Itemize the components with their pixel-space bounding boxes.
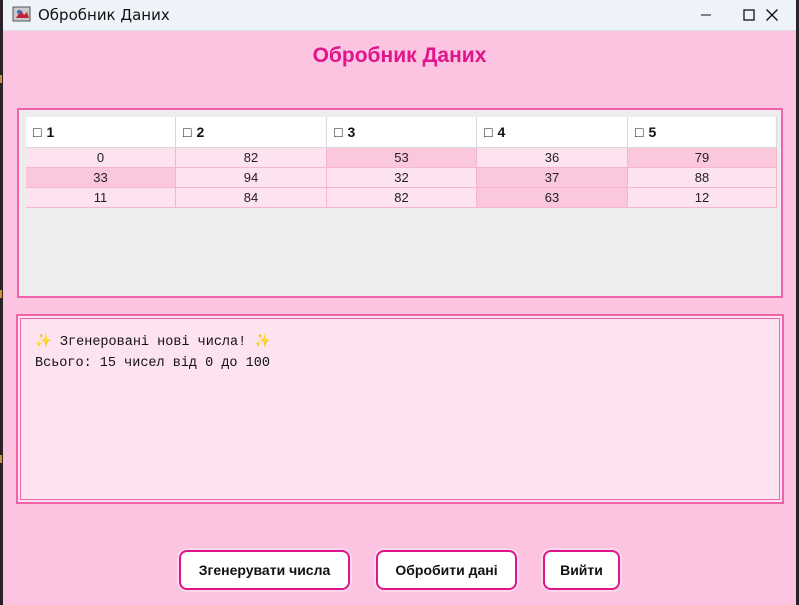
minimize-icon (701, 14, 711, 16)
column-square-icon: □ (334, 123, 343, 140)
window-title: Обробник Даних (38, 6, 170, 24)
table-cell[interactable]: 82 (327, 188, 477, 208)
table-cell[interactable]: 53 (327, 148, 477, 168)
close-icon (766, 9, 778, 21)
table-cell[interactable]: 63 (477, 188, 628, 208)
table-cell[interactable]: 37 (477, 168, 628, 188)
column-header-label: 1 (46, 123, 55, 140)
column-header-label: 3 (347, 123, 356, 140)
table-cell[interactable]: 33 (26, 168, 176, 188)
column-header[interactable]: □ 4 (477, 117, 628, 148)
background-edge (0, 290, 2, 298)
table-cell[interactable]: 94 (176, 168, 327, 188)
close-button[interactable] (748, 0, 796, 30)
data-table: □ 1 □ 2 □ 3 □ 4 □ 5 0 82 53 36 79 33 94 … (26, 117, 777, 208)
column-square-icon: □ (33, 123, 42, 140)
column-square-icon: □ (635, 123, 644, 140)
process-data-button[interactable]: Обробити дані (376, 550, 517, 590)
table-cell[interactable]: 12 (628, 188, 777, 208)
java-app-icon (12, 6, 31, 22)
log-line: ✨ Згенеровані нові числа! ✨ (35, 335, 272, 350)
table-cell[interactable]: 84 (176, 188, 327, 208)
column-header-label: 4 (497, 123, 506, 140)
table-panel: □ 1 □ 2 □ 3 □ 4 □ 5 0 82 53 36 79 33 94 … (17, 108, 783, 298)
column-header[interactable]: □ 1 (26, 117, 176, 148)
app-window: Обробник Даних Обробник Даних □ 1 □ 2 □ … (3, 0, 796, 605)
generate-numbers-button[interactable]: Згенерувати числа (179, 550, 350, 590)
column-header-label: 2 (196, 123, 205, 140)
column-header[interactable]: □ 3 (327, 117, 477, 148)
column-header-label: 5 (648, 123, 657, 140)
exit-button[interactable]: Вийти (543, 550, 620, 590)
table-cell[interactable]: 11 (26, 188, 176, 208)
table-cell[interactable]: 82 (176, 148, 327, 168)
column-header[interactable]: □ 2 (176, 117, 327, 148)
minimize-button[interactable] (683, 0, 729, 30)
title-bar[interactable]: Обробник Даних (3, 0, 796, 31)
table-cell[interactable]: 88 (628, 168, 777, 188)
log-line: Всього: 15 чисел від 0 до 100 (35, 356, 270, 371)
table-cell[interactable]: 0 (26, 148, 176, 168)
table-cell[interactable]: 79 (628, 148, 777, 168)
table-cell[interactable]: 32 (327, 168, 477, 188)
background-edge (0, 75, 2, 83)
output-text-area[interactable]: ✨ Згенеровані нові числа! ✨ Всього: 15 ч… (16, 314, 784, 504)
table-cell[interactable]: 36 (477, 148, 628, 168)
column-square-icon: □ (183, 123, 192, 140)
background-edge (0, 455, 2, 463)
column-square-icon: □ (484, 123, 493, 140)
column-header[interactable]: □ 5 (628, 117, 777, 148)
page-title: Обробник Даних (312, 44, 487, 67)
